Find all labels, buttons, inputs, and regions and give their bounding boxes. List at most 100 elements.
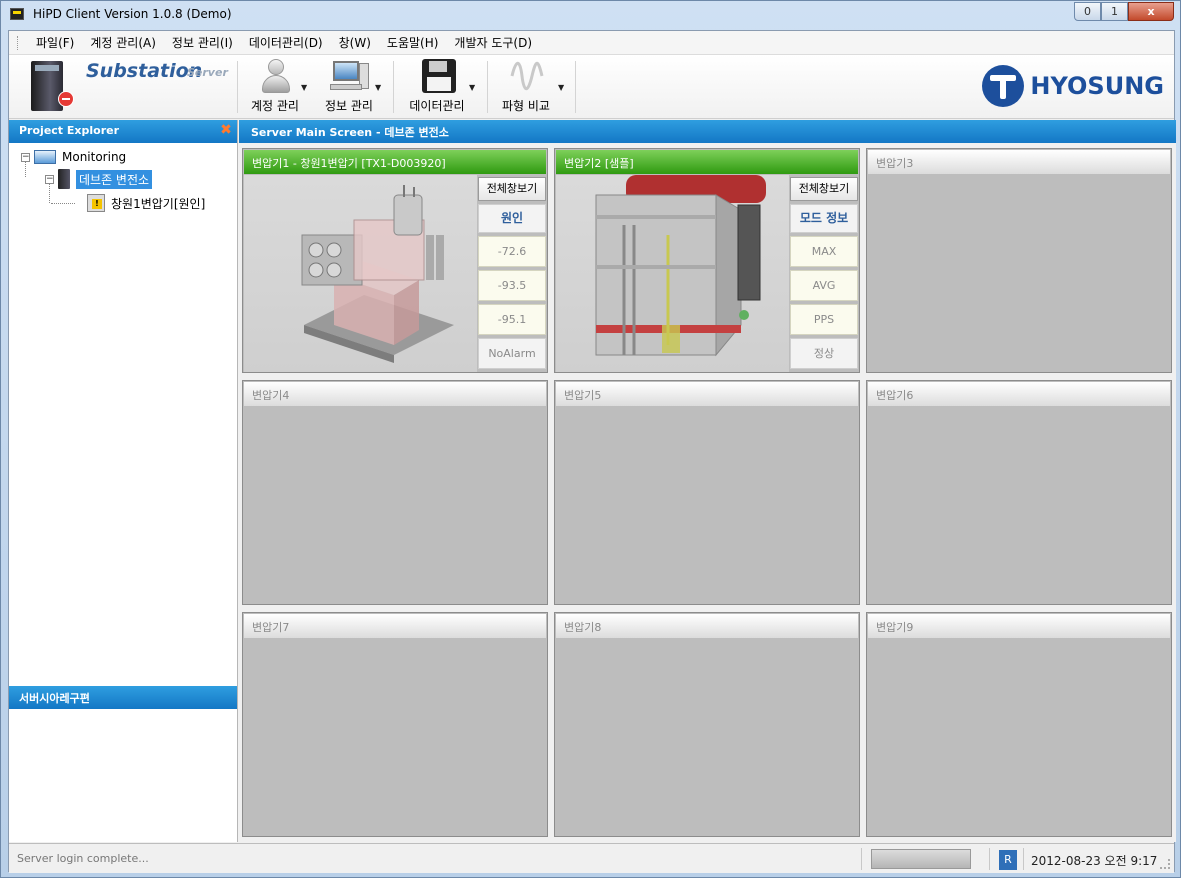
menu-grip[interactable] [17,35,20,50]
company-logo: HYOSUNG [982,63,1164,109]
status-bar: Server login complete... R 2012-08-23 오전… [9,843,1174,873]
main-screen-title: Server Main Screen - 데브존 변전소 [251,126,449,139]
card-title: 변압기4 [244,382,546,406]
project-explorer-panel: Project Explorer ✖ − Monitoring − 데브존 변전… [9,120,238,842]
card-title: 변압기7 [244,614,546,638]
tree-node-transformer[interactable]: 창원1변압기[원인] [87,193,205,213]
brand-title: Substation [86,60,203,82]
menu-data[interactable]: 데이터관리(D) [241,34,331,51]
waveform-compare-button[interactable]: 파형 비교 [501,57,551,115]
close-icon: x [1147,5,1155,18]
account-management-button[interactable]: 계정 관리 [247,57,303,115]
menu-help[interactable]: 도움말(H) [379,34,447,51]
menu-info[interactable]: 정보 관리(I) [164,34,241,51]
minimize-icon: 0 [1084,5,1091,18]
maximize-icon: 1 [1111,5,1118,18]
transformer-card-empty[interactable]: 변압기8 [554,612,860,837]
measurement-value: -93.5 [478,270,546,301]
menu-window[interactable]: 창(W) [331,34,379,51]
collapse-icon[interactable]: − [21,152,30,162]
status-message: Server login complete... [17,852,149,865]
floppy-disk-icon [417,57,457,95]
transformer-3d-view[interactable] [556,175,789,372]
card-side-panel: 전체창보기 모드 정보 MAX AVG PPS 정상 [790,175,859,372]
transformer-card: 변압기2 [샘플] 전체창보기 모드 정보 MAX AVG PPS 정상 [554,148,860,373]
card-title: 변압기3 [868,150,1170,174]
tree-node-label: 데브존 변전소 [76,169,153,189]
tree-node-station[interactable]: − 데브존 변전소 [45,169,153,189]
company-name: HYOSUNG [1030,72,1164,100]
info-management-label: 정보 관리 [325,99,373,113]
info-dropdown-icon[interactable]: ▼ [375,83,381,92]
card-title: 변압기6 [868,382,1170,406]
transformer-3d-view[interactable] [244,175,477,372]
collapse-icon[interactable]: − [45,174,54,184]
maximize-button[interactable]: 1 [1101,2,1128,21]
close-button[interactable]: x [1128,2,1174,21]
full-view-button[interactable]: 전체창보기 [790,177,858,201]
toolbar: Substation Server 계정 관리 ▼ 정보 관리 ▼ 데이터관리 … [9,55,1174,119]
toolbar-divider [393,61,394,113]
transformer-card-empty[interactable]: 변압기5 [554,380,860,605]
bottom-panel-title: 서버시아레구편 [19,692,90,705]
app-window: HiPD Client Version 1.0.8 (Demo) 0 1 x 파… [0,0,1181,878]
transformer-card-empty[interactable]: 변압기7 [242,612,548,837]
server-main-screen: Server Main Screen - 데브존 변전소 변압기1 - 창원1변… [239,120,1176,842]
waveform-dropdown-icon[interactable]: ▼ [558,83,564,92]
minimize-button[interactable]: 0 [1074,2,1101,21]
bottom-panel-header: 서버시아레구편 [9,686,237,709]
menu-bar: 파일(F) 계정 관리(A) 정보 관리(I) 데이터관리(D) 창(W) 도움… [9,31,1174,55]
status-divider [861,848,862,870]
data-management-label: 데이터관리 [409,99,465,113]
mode-label: 모드 정보 [790,204,858,233]
account-dropdown-icon[interactable]: ▼ [301,83,307,92]
transformer-card-empty[interactable]: 변압기6 [866,380,1172,605]
transformer-card-empty[interactable]: 변압기4 [242,380,548,605]
transformer-card: 변압기1 - 창원1변압기 [TX1-D003920] 전체창보기 원인 -72… [242,148,548,373]
measurement-value: AVG [790,270,858,301]
brand-subtitle: Server [187,66,228,79]
card-side-panel: 전체창보기 원인 -72.6 -93.5 -95.1 NoAlarm [478,175,547,372]
user-icon [255,57,295,95]
toolbar-divider [575,61,576,113]
card-title: 변압기5 [556,382,858,406]
tree-node-label: 창원1변압기[원인] [111,196,206,211]
card-title: 변압기1 - 창원1변압기 [TX1-D003920] [244,150,546,174]
waveform-compare-label: 파형 비교 [502,99,550,113]
hyosung-logo-icon [982,65,1025,107]
waveform-icon [506,57,546,95]
menu-developer[interactable]: 개발자 도구(D) [446,34,540,51]
menu-account[interactable]: 계정 관리(A) [82,34,164,51]
project-explorer-title: Project Explorer [19,124,120,137]
resize-grip-icon[interactable] [1160,859,1170,869]
menu-file[interactable]: 파일(F) [28,34,82,51]
data-management-button[interactable]: 데이터관리 [407,57,467,115]
transformer-warning-icon [87,194,105,212]
main-screen-header: Server Main Screen - 데브존 변전소 [239,120,1176,143]
tree-connector [51,203,75,204]
app-icon [10,8,24,20]
server-logo-icon [27,59,75,113]
info-management-button[interactable]: 정보 관리 [321,57,377,115]
card-title: 변압기8 [556,614,858,638]
transformer-card-empty[interactable]: 변압기3 [866,148,1172,373]
title-bar[interactable]: HiPD Client Version 1.0.8 (Demo) 0 1 x [1,1,1180,29]
tree-node-label: Monitoring [62,150,127,164]
card-title: 변압기2 [샘플] [556,150,858,174]
alarm-status: NoAlarm [478,338,546,369]
measurement-value: PPS [790,304,858,335]
status-indicator: R [999,850,1017,870]
measurement-value: MAX [790,236,858,267]
full-view-button[interactable]: 전체창보기 [478,177,546,201]
status-datetime: 2012-08-23 오전 9:17 [1031,854,1158,868]
tree-node-monitoring[interactable]: − Monitoring [21,147,126,167]
toolbar-divider [487,61,488,113]
project-explorer-header: Project Explorer ✖ [9,120,237,143]
panel-close-icon[interactable]: ✖ [219,123,233,137]
toolbar-divider [237,61,238,113]
transformer-card-empty[interactable]: 변압기9 [866,612,1172,837]
monitoring-icon [34,150,56,164]
status-progress-bar [871,849,971,869]
card-title: 변압기9 [868,614,1170,638]
data-dropdown-icon[interactable]: ▼ [469,83,475,92]
